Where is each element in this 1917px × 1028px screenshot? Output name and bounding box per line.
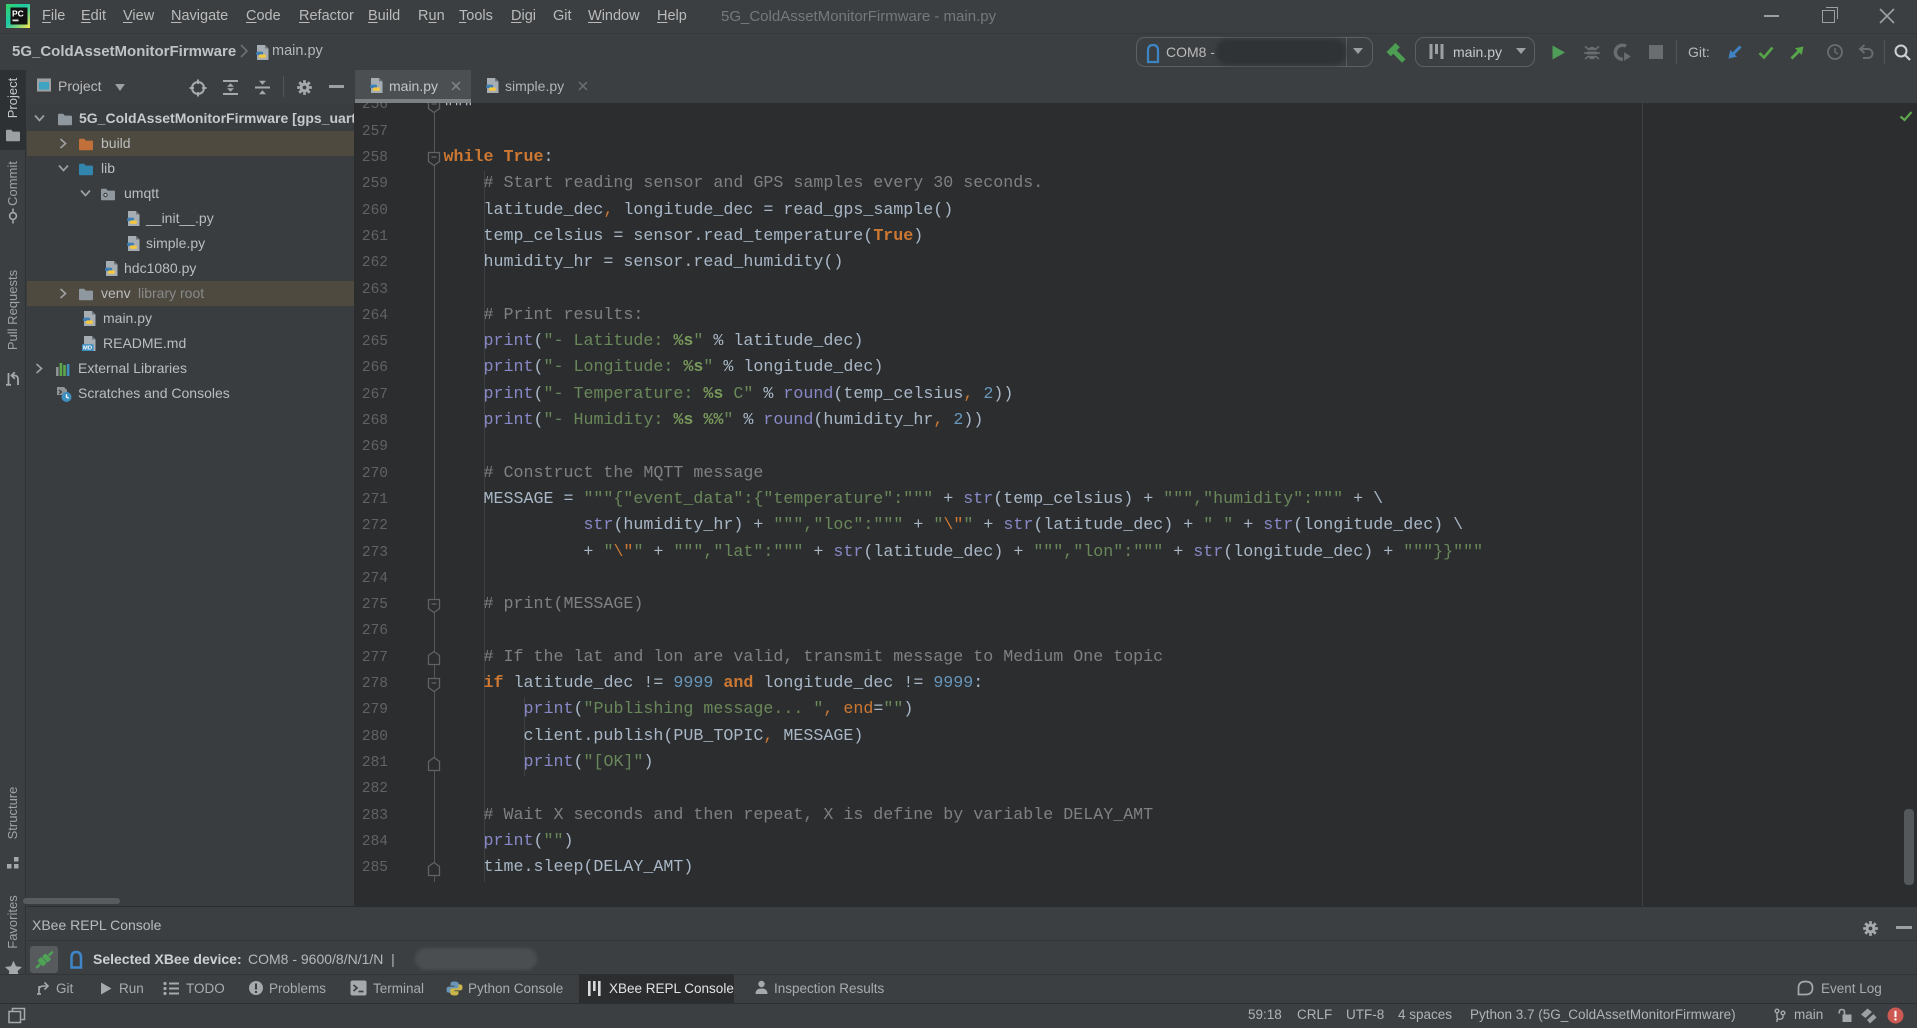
svg-text:MD: MD xyxy=(83,346,92,352)
